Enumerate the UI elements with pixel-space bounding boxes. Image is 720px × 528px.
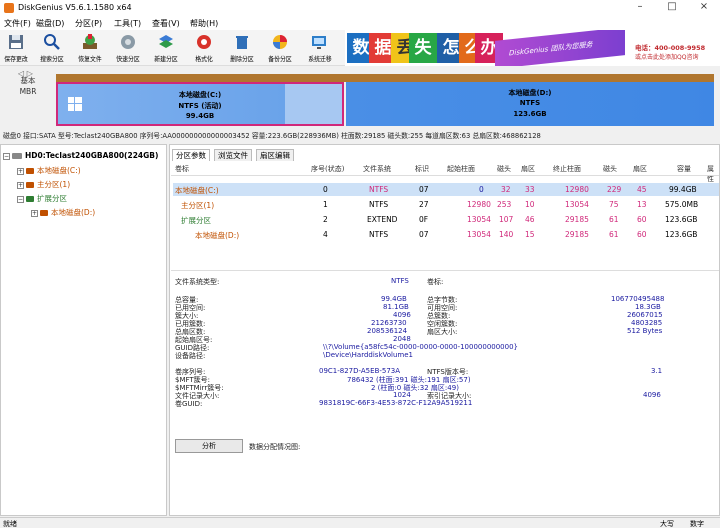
banner-qq-link[interactable]: 或点击此处添加QQ咨询 bbox=[635, 52, 698, 61]
partition-icon bbox=[26, 182, 34, 188]
tree-item-partition-c[interactable]: + 本地磁盘(C:) bbox=[17, 165, 81, 176]
quick-partition-button[interactable]: 快速分区 bbox=[114, 32, 142, 66]
backup-icon bbox=[273, 35, 287, 49]
status-text: 就绪 bbox=[3, 520, 17, 528]
save-icon bbox=[9, 35, 23, 49]
partition-size: 99.4GB bbox=[185, 112, 215, 120]
column-header[interactable]: 扇区 bbox=[633, 164, 647, 174]
partition-panel: 分区参数 浏览文件 扇区编辑 卷标 序号(状态) 文件系统 标识 起始柱面 磁头… bbox=[169, 144, 720, 516]
tree-item-primary-1[interactable]: + 主分区(1) bbox=[17, 179, 70, 190]
header-divider bbox=[171, 175, 719, 176]
quick-partition-icon bbox=[121, 35, 135, 49]
backup-partition-button[interactable]: 备份分区 bbox=[266, 32, 294, 66]
window-title: DiskGenius V5.6.1.1580 x64 bbox=[18, 3, 132, 12]
column-header[interactable]: 磁头 bbox=[497, 164, 511, 174]
tab-sector-editor[interactable]: 扇区编辑 bbox=[256, 149, 294, 161]
partition-d-block[interactable]: 本地磁盘(D:) NTFS 123.6GB bbox=[346, 82, 714, 126]
system-migration-button[interactable]: 系统迁移 bbox=[306, 32, 334, 66]
table-row[interactable]: 扩展分区 2 EXTEND 0F 13054 107 46 29185 61 6… bbox=[173, 213, 719, 226]
disk-tree: − HD0:Teclast240GBA800(224GB) + 本地磁盘(C:) +… bbox=[0, 144, 167, 516]
partition-size: 123.6GB bbox=[513, 110, 547, 118]
maximize-button[interactable]: □ bbox=[662, 1, 682, 15]
disk-bar bbox=[56, 74, 714, 82]
banner-slogan: DiskGenius 团队为您服务 bbox=[495, 30, 625, 66]
menu-partition[interactable]: 分区(P) bbox=[75, 18, 102, 29]
close-button[interactable]: × bbox=[694, 1, 714, 15]
caps-indicator: 大写 bbox=[660, 520, 674, 528]
partition-details: 文件系统类型: NTFS 卷标: 总容量: 99.4GB 已用空间: 81.1GB … bbox=[171, 270, 719, 515]
new-partition-button[interactable]: 新建分区 bbox=[152, 32, 180, 66]
fs-type-value: NTFS bbox=[391, 277, 409, 285]
partition-c-block[interactable]: 本地磁盘(C:) NTFS (活动) 99.4GB bbox=[56, 82, 344, 126]
column-header[interactable]: 容量 bbox=[677, 164, 691, 174]
tree-item-partition-d[interactable]: + 本地磁盘(D:) bbox=[31, 207, 95, 218]
column-header[interactable]: 卷标 bbox=[175, 164, 189, 174]
app-icon bbox=[4, 3, 14, 13]
partition-table: 卷标 序号(状态) 文件系统 标识 起始柱面 磁头 扇区 终止柱面 磁头 扇区 … bbox=[171, 162, 719, 262]
partition-icon bbox=[26, 168, 34, 174]
disk-info-line: 磁盘0 接口:SATA 型号:Teclast240GBA800 序列号:AA00… bbox=[3, 132, 541, 140]
column-header[interactable]: 扇区 bbox=[521, 164, 535, 174]
analyze-button[interactable]: 分析 bbox=[175, 439, 243, 453]
menu-help[interactable]: 帮助(H) bbox=[190, 18, 218, 29]
column-header[interactable]: 序号(状态) bbox=[311, 164, 344, 174]
menu-bar: 文件(F) 磁盘(D) 分区(P) 工具(T) 查看(V) 帮助(H) bbox=[0, 16, 720, 30]
partition-fs: NTFS bbox=[519, 99, 541, 107]
tab-browse-files[interactable]: 浏览文件 bbox=[214, 149, 252, 161]
title-bar: DiskGenius V5.6.1.1580 x64 – □ × bbox=[0, 0, 720, 16]
partition-name: 本地磁盘(C:) bbox=[178, 91, 222, 99]
column-header[interactable]: 文件系统 bbox=[363, 164, 391, 174]
num-indicator: 数字 bbox=[690, 520, 704, 528]
promo-banner[interactable]: 数 据 丢 失 怎 么 办 DiskGenius 团队为您服务 电话：400-0… bbox=[345, 30, 720, 66]
disk-type-label: 基本 MBR bbox=[19, 76, 37, 96]
column-header[interactable]: 属性 bbox=[707, 164, 719, 184]
partition-name: 本地磁盘(D:) bbox=[508, 89, 552, 97]
save-changes-button[interactable]: 保存更改 bbox=[2, 32, 30, 66]
toolbar: 保存更改 搜索分区 恢复文件 快速分区 新建分区 格式化 删除分区 备份分区 系… bbox=[0, 30, 345, 66]
disk-map: ◁ ▷ 基本 MBR 本地磁盘(C:) NTFS (活动) 99.4GB 本地磁… bbox=[0, 67, 720, 130]
table-row[interactable]: 本地磁盘(D:) 4 NTFS 07 13054 140 15 29185 61… bbox=[173, 228, 719, 241]
volume-label-label: 卷标: bbox=[427, 278, 444, 286]
table-row[interactable]: 主分区(1) 1 NTFS 27 12980 253 10 13054 75 1… bbox=[173, 198, 719, 211]
column-header[interactable]: 磁头 bbox=[603, 164, 617, 174]
minimize-button[interactable]: – bbox=[630, 1, 650, 15]
tab-partition-params[interactable]: 分区参数 bbox=[172, 149, 210, 161]
delete-partition-button[interactable]: 删除分区 bbox=[228, 32, 256, 66]
new-partition-icon bbox=[159, 35, 173, 48]
format-icon bbox=[197, 35, 211, 49]
column-header[interactable]: 标识 bbox=[415, 164, 429, 174]
extended-partition-icon bbox=[26, 196, 34, 202]
menu-view[interactable]: 查看(V) bbox=[152, 18, 180, 29]
partition-fs: NTFS (活动) bbox=[178, 102, 222, 110]
delete-icon bbox=[236, 36, 248, 49]
recover-files-button[interactable]: 恢复文件 bbox=[76, 32, 104, 66]
partition-icon bbox=[40, 210, 48, 216]
migrate-icon bbox=[312, 36, 326, 49]
search-icon bbox=[44, 34, 60, 50]
menu-tools[interactable]: 工具(T) bbox=[114, 18, 141, 29]
banner-phone: 电话：400-008-9958 bbox=[635, 44, 706, 52]
tree-item-disk0[interactable]: − HD0:Teclast240GBA800(224GB) bbox=[3, 151, 158, 162]
tree-item-extended[interactable]: − 扩展分区 bbox=[17, 193, 67, 204]
disk-icon bbox=[12, 153, 22, 159]
recover-icon bbox=[83, 34, 97, 49]
column-header[interactable]: 终止柱面 bbox=[553, 164, 581, 174]
banner-tile: 失 bbox=[409, 33, 437, 63]
fs-type-label: 文件系统类型: bbox=[175, 278, 220, 286]
menu-file[interactable]: 文件(F) bbox=[4, 18, 31, 29]
format-button[interactable]: 格式化 bbox=[190, 32, 218, 66]
table-row[interactable]: 本地磁盘(C:) 0 NTFS 07 0 32 33 12980 229 45 … bbox=[173, 183, 719, 196]
menu-disk[interactable]: 磁盘(D) bbox=[36, 18, 64, 29]
search-partition-button[interactable]: 搜索分区 bbox=[38, 32, 66, 66]
allocation-map-label: 数据分配情况图: bbox=[249, 443, 301, 451]
column-header[interactable]: 起始柱面 bbox=[447, 164, 475, 174]
status-bar: 就绪 大写 数字 bbox=[0, 517, 720, 528]
